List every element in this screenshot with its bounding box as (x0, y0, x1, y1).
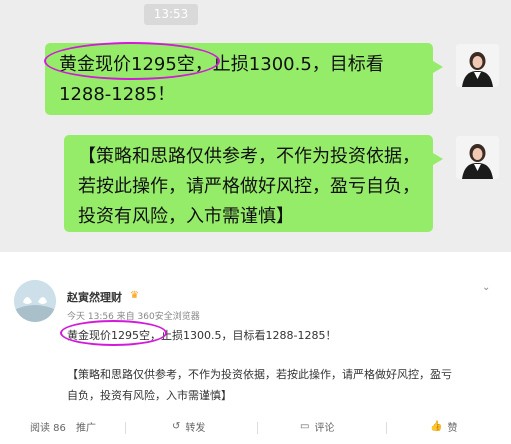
divider (125, 422, 126, 434)
comment-icon: ▭ (300, 420, 310, 432)
divider (386, 422, 387, 434)
author-avatar[interactable] (14, 280, 56, 322)
author-name[interactable]: 赵寅然理财 (67, 289, 122, 305)
repost-button[interactable]: ↺ 转发 (172, 412, 205, 440)
post-text-line2: 【策略和思路仅供参考，不作为投资依据，若按此操作，请严格做好风控，盈亏 (67, 368, 452, 381)
repost-label: 转发 (185, 422, 206, 434)
avatar[interactable] (456, 136, 499, 179)
divider (257, 422, 258, 434)
chevron-down-icon[interactable]: ⌄ (482, 282, 490, 293)
post-text-line3: 自负，投资有风险，入市需谨慎】 (67, 389, 232, 402)
highlight-circle (44, 42, 220, 80)
comment-button[interactable]: ▭ 评论 (300, 412, 334, 440)
avatar[interactable] (456, 44, 499, 87)
chat-message-2[interactable]: 【策略和思路仅供参考，不作为投资依据，若按此操作，请严格做好风控，盈亏自负，投资… (64, 135, 443, 232)
like-button[interactable]: 👍 赞 (430, 412, 457, 440)
highlight-circle (60, 320, 167, 346)
chat-timestamp: 13:53 (144, 4, 198, 25)
comment-label: 评论 (314, 422, 335, 434)
read-count: 阅读 86 (30, 422, 66, 434)
promote-button[interactable]: 推广 (76, 412, 96, 440)
like-icon: 👍 (430, 420, 443, 432)
verified-icon: ♛ (130, 290, 139, 301)
repost-icon: ↺ (172, 420, 181, 432)
like-label: 赞 (447, 422, 458, 434)
post-actions: 阅读 86 推广 ↺ 转发 ▭ 评论 👍 赞 (0, 412, 511, 444)
chat-panel: 13:53 黄金现价1295空，止损1300.5，目标看1288-1285！ 【… (0, 0, 511, 252)
